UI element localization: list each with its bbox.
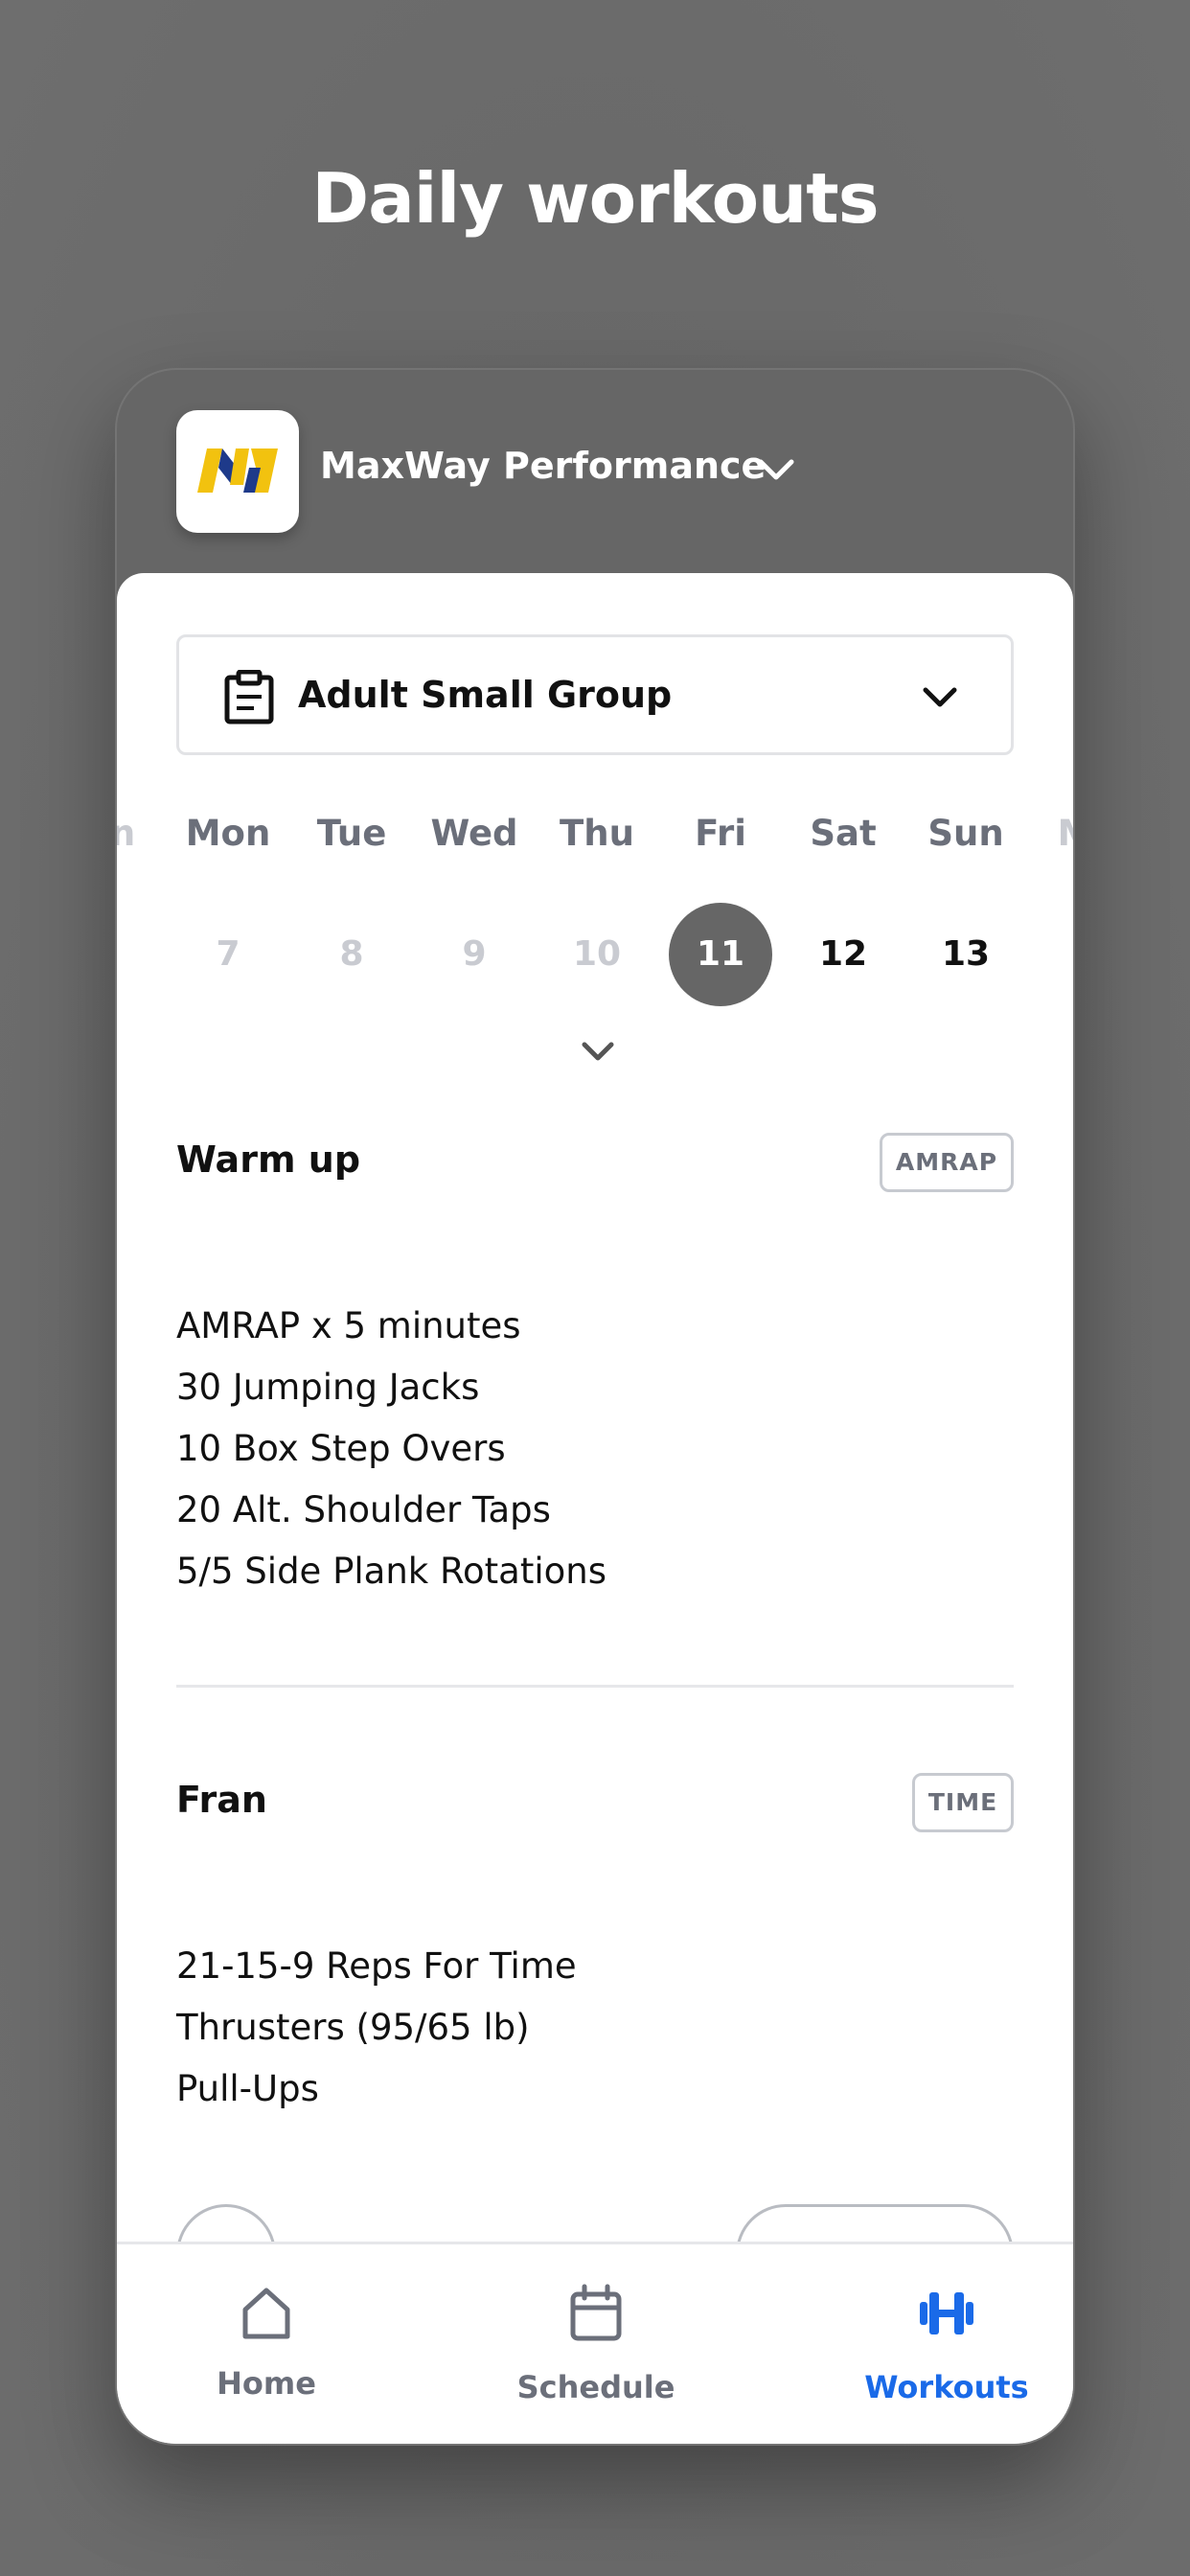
home-icon [242, 2288, 290, 2339]
day-name: Sun [927, 813, 1004, 854]
maxway-logo-icon [176, 410, 299, 533]
section-lines: 21-15-9 Reps For Time Thrusters (95/65 l… [176, 1936, 577, 2120]
section-lines: AMRAP x 5 minutes 30 Jumping Jacks 10 Bo… [176, 1296, 606, 1602]
workout-line: 20 Alt. Shoulder Taps [176, 1489, 551, 1530]
dumbbell-icon [920, 2292, 973, 2334]
bottom-tab-bar: Home Schedule Workouts [117, 2242, 1073, 2444]
tab-home-label: Home [217, 2365, 316, 2402]
section-title: Warm up [176, 1138, 361, 1181]
tab-schedule-label: Schedule [516, 2369, 675, 2405]
week-calendar[interactable]: n Mon Tue Wed Thu Fri Sat Sun M 7 8 9 10… [117, 813, 1073, 1014]
workouts-sheet: Adult Small Group n Mon Tue Wed Thu Fri … [117, 573, 1073, 2444]
day-number[interactable]: 9 [423, 903, 526, 1006]
day-name-partial: M [1018, 813, 1073, 854]
day-name: Fri [695, 813, 746, 854]
day-number[interactable]: 13 [914, 903, 1018, 1006]
workout-line: AMRAP x 5 minutes [176, 1305, 521, 1346]
group-select-label: Adult Small Group [298, 674, 673, 716]
section-badge: TIME [912, 1773, 1014, 1832]
tab-home[interactable]: Home [142, 2244, 391, 2444]
clipboard-icon [224, 670, 274, 724]
calendar-icon [570, 2284, 622, 2341]
group-select[interactable]: Adult Small Group [176, 634, 1014, 755]
workout-line: 30 Jumping Jacks [176, 1367, 480, 1408]
day-number[interactable]: 10 [545, 903, 649, 1006]
day-number[interactable]: 8 [300, 903, 403, 1006]
day-number[interactable]: 7 [176, 903, 280, 1006]
chevron-down-icon [923, 687, 957, 707]
tab-workouts-label: Workouts [864, 2369, 1029, 2405]
workout-line: Thrusters (95/65 lb) [176, 2007, 530, 2048]
page-headline: Daily workouts [311, 158, 879, 239]
workout-line: 21-15-9 Reps For Time [176, 1945, 577, 1987]
expand-calendar-chevron-icon[interactable] [581, 1041, 615, 1064]
phone-frame: MaxWay Performance Adult Small Group n M… [115, 368, 1075, 2446]
day-name: Tue [316, 813, 387, 854]
section-title: Fran [176, 1779, 267, 1821]
day-number-selected[interactable]: 11 [669, 903, 772, 1006]
workout-line: 5/5 Side Plank Rotations [176, 1551, 607, 1592]
org-switcher[interactable]: MaxWay Performance [117, 370, 1073, 575]
org-name: MaxWay Performance [320, 445, 767, 487]
day-name: Thu [560, 813, 634, 854]
day-name: Sat [810, 813, 877, 854]
day-name: Wed [430, 813, 518, 854]
chevron-down-icon [758, 459, 794, 480]
section-badge: AMRAP [880, 1133, 1014, 1192]
day-name: Mon [185, 813, 271, 854]
section-divider [176, 1685, 1014, 1688]
workout-line: Pull-Ups [176, 2068, 319, 2109]
tab-workouts[interactable]: Workouts [822, 2244, 1071, 2444]
day-number[interactable]: 12 [791, 903, 895, 1006]
workout-line: 10 Box Step Overs [176, 1428, 506, 1469]
tab-schedule[interactable]: Schedule [471, 2244, 721, 2444]
